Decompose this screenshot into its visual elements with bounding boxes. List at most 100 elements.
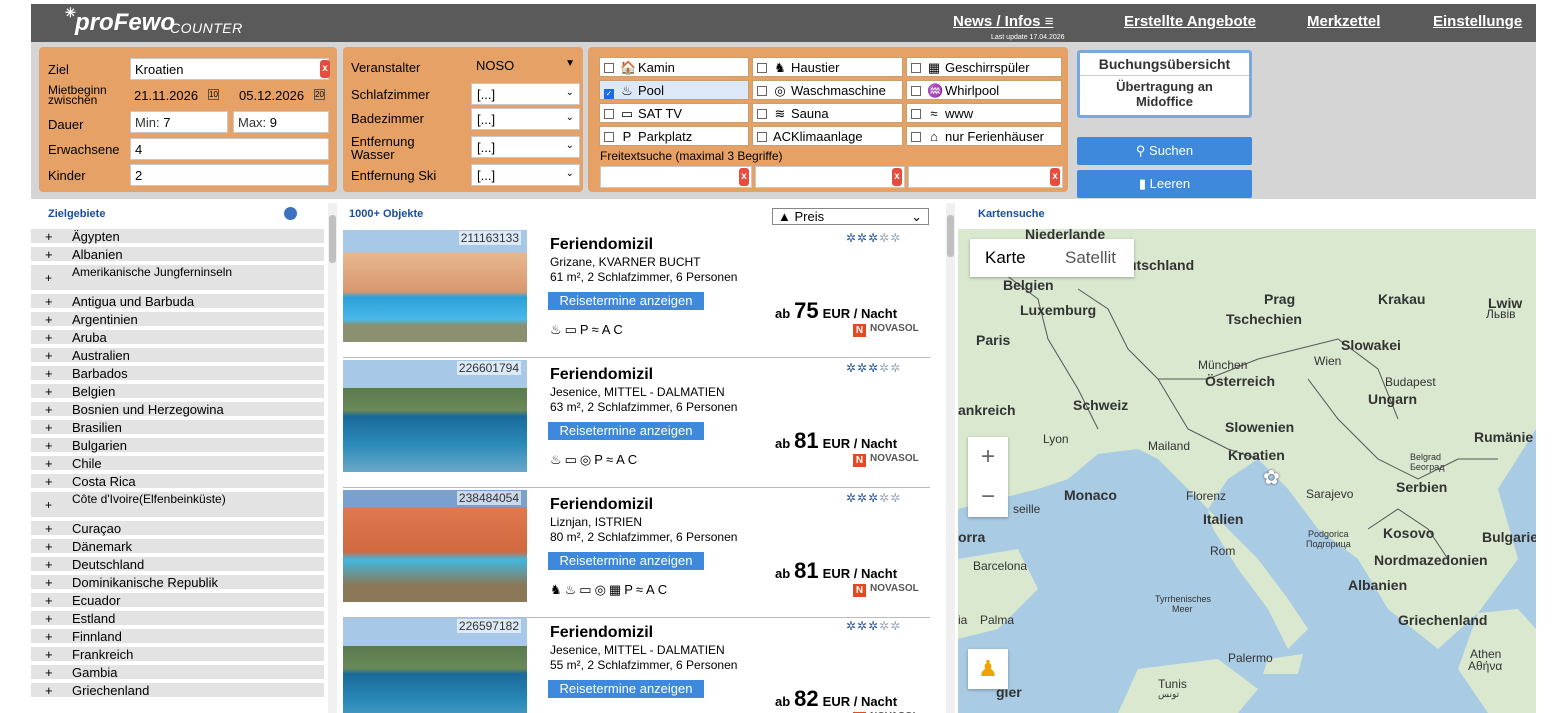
map-view[interactable]: Niederlande utschland Belgien Luxemburg Prag…	[958, 229, 1536, 713]
leeren-button[interactable]: ▮ Leeren	[1077, 170, 1252, 198]
zielgebiet-item[interactable]: + Belgien	[31, 384, 324, 398]
results-scrollbar[interactable]	[946, 203, 955, 713]
erwachsene-input[interactable]: 4	[130, 138, 329, 160]
freitext-input-2[interactable]	[755, 166, 905, 188]
zielgebiet-item[interactable]: + Griechenland	[31, 683, 324, 697]
suchen-button[interactable]: ⚲ Suchen	[1077, 137, 1252, 165]
property-title[interactable]: Feriendomizil	[550, 496, 653, 514]
ziel-input[interactable]: Kroatien	[130, 58, 329, 80]
checkbox-icon[interactable]	[604, 132, 614, 142]
expand-icon[interactable]: +	[45, 421, 53, 434]
expand-icon[interactable]: +	[45, 630, 53, 643]
amenity-checkbox-10[interactable]: ACKlimaanlage	[752, 126, 903, 146]
expand-icon[interactable]: +	[45, 612, 53, 625]
checkbox-icon[interactable]	[757, 86, 767, 96]
sort-select[interactable]: ▲ Preis ⌄	[772, 208, 929, 225]
zielgebiet-item[interactable]: + Gambia	[31, 665, 324, 679]
expand-icon[interactable]: +	[45, 248, 53, 261]
freitext-input-3[interactable]	[908, 166, 1063, 188]
amenity-checkbox-11[interactable]: ⌂ nur Ferienhäuser	[906, 126, 1062, 146]
reisetermine-button[interactable]: Reisetermine anzeigen	[548, 422, 704, 440]
expand-icon[interactable]: +	[45, 295, 53, 308]
expand-icon[interactable]: +	[45, 230, 53, 243]
zielgebiet-item[interactable]: + Finnland	[31, 629, 324, 643]
nav-einstellungen[interactable]: Einstellunge	[1433, 13, 1522, 30]
property-photo[interactable]: 226597182	[343, 618, 527, 713]
expand-icon[interactable]: +	[45, 385, 53, 398]
property-title[interactable]: Feriendomizil	[550, 366, 653, 384]
checkbox-icon[interactable]	[757, 132, 767, 142]
property-photo[interactable]: 226601794	[343, 360, 527, 472]
expand-icon[interactable]: +	[45, 558, 53, 571]
expand-icon[interactable]: +	[45, 349, 53, 362]
expand-icon[interactable]: +	[45, 475, 53, 488]
property-photo[interactable]: 238484054	[343, 490, 527, 602]
karte-tab[interactable]: Karte	[985, 248, 1026, 268]
zielgebiet-item[interactable]: + Antigua und Barbuda	[31, 294, 324, 308]
expand-icon[interactable]: +	[45, 457, 53, 470]
dauer-min-input[interactable]: Min: 7	[130, 111, 228, 133]
expand-icon[interactable]: +	[45, 666, 53, 679]
expand-icon[interactable]: +	[45, 684, 53, 697]
checkbox-icon[interactable]: ✓	[604, 89, 614, 99]
checkbox-icon[interactable]	[604, 63, 614, 73]
checkbox-icon[interactable]	[757, 63, 767, 73]
amenity-checkbox-7[interactable]: ≋ Sauna	[752, 103, 903, 123]
zielgebiet-item[interactable]: + Deutschland	[31, 557, 324, 571]
amenity-checkbox-2[interactable]: ▦ Geschirrspüler	[906, 57, 1062, 77]
expand-icon[interactable]: +	[45, 331, 53, 344]
freitext-input-1[interactable]	[600, 166, 752, 188]
freitext-clear-icon[interactable]: x	[739, 168, 749, 186]
veranstalter-select[interactable]: NOSO ▼	[471, 55, 580, 77]
reisetermine-button[interactable]: Reisetermine anzeigen	[548, 552, 704, 570]
schlafzimmer-select[interactable]: [...] ⌄	[471, 83, 580, 105]
checkbox-icon[interactable]	[911, 63, 921, 73]
zielgebiet-item[interactable]: + Bosnien und Herzegowina	[31, 402, 324, 416]
pegman-icon[interactable]: ♟	[968, 649, 1008, 689]
sidebar-scroll-thumb[interactable]	[329, 215, 336, 263]
zielgebiet-item[interactable]: + Argentinien	[31, 312, 324, 326]
expand-icon[interactable]: +	[45, 499, 52, 511]
globe-icon[interactable]	[284, 207, 297, 220]
zoom-in-button[interactable]: +	[968, 437, 1008, 477]
amenity-checkbox-8[interactable]: ≈ www	[906, 103, 1062, 123]
expand-icon[interactable]: +	[45, 576, 53, 589]
badezimmer-select[interactable]: [...] ⌄	[471, 108, 580, 130]
zielgebiet-item[interactable]: + Bulgarien	[31, 438, 324, 452]
nav-merkzettel[interactable]: Merkzettel	[1307, 13, 1380, 30]
zielgebiet-item[interactable]: + Frankreich	[31, 647, 324, 661]
checkbox-icon[interactable]	[757, 109, 767, 119]
amenity-checkbox-9[interactable]: P Parkplatz	[599, 126, 749, 146]
kinder-input[interactable]: 2	[130, 164, 329, 186]
checkbox-icon[interactable]	[911, 132, 921, 142]
zielgebiet-item[interactable]: + Ecuador	[31, 593, 324, 607]
expand-icon[interactable]: +	[45, 272, 52, 284]
reisetermine-button[interactable]: Reisetermine anzeigen	[548, 292, 704, 310]
results-scroll-thumb[interactable]	[947, 215, 954, 257]
zielgebiet-item[interactable]: + Dominikanische Republik	[31, 575, 324, 589]
zielgebiet-item[interactable]: + Amerikanische Jungferninseln	[31, 265, 324, 290]
zielgebiet-item[interactable]: + Costa Rica	[31, 474, 324, 488]
amenity-checkbox-0[interactable]: 🏠 Kamin	[599, 57, 749, 77]
checkbox-icon[interactable]	[911, 109, 921, 119]
amenity-checkbox-3[interactable]: ✓ ♨ Pool	[599, 80, 749, 100]
amenity-checkbox-5[interactable]: ♒ Whirlpool	[906, 80, 1062, 100]
zielgebiet-item[interactable]: + Brasilien	[31, 420, 324, 434]
amenity-checkbox-6[interactable]: ▭ SAT TV	[599, 103, 749, 123]
zielgebiet-item[interactable]: + Curaçao	[31, 521, 324, 535]
expand-icon[interactable]: +	[45, 313, 53, 326]
sidebar-scrollbar[interactable]	[328, 203, 337, 713]
property-title[interactable]: Feriendomizil	[550, 236, 653, 254]
zielgebiet-item[interactable]: + Chile	[31, 456, 324, 470]
expand-icon[interactable]: +	[45, 403, 53, 416]
calendar-icon[interactable]: 20	[314, 89, 325, 100]
freitext-clear-icon[interactable]: x	[1050, 168, 1060, 186]
nav-news[interactable]: News / Infos ≡	[953, 13, 1053, 30]
dauer-max-input[interactable]: Max: 9	[233, 111, 329, 133]
freitext-clear-icon[interactable]: x	[892, 168, 902, 186]
zielgebiet-item[interactable]: + Aruba	[31, 330, 324, 344]
ziel-clear-icon[interactable]: x	[320, 60, 330, 78]
entfernung-ski-select[interactable]: [...] ⌄	[471, 164, 580, 186]
zielgebiet-item[interactable]: + Albanien	[31, 247, 324, 261]
expand-icon[interactable]: +	[45, 522, 53, 535]
